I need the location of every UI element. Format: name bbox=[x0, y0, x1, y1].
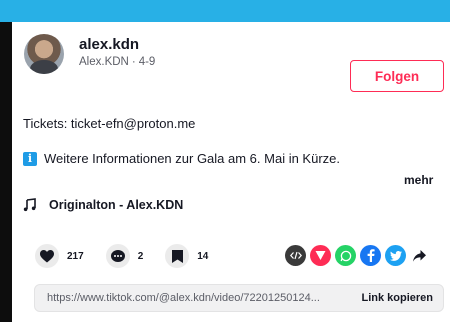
twitter-glyph-icon bbox=[389, 250, 402, 261]
share-arrow-icon[interactable] bbox=[410, 247, 428, 265]
comment-icon bbox=[110, 249, 125, 262]
save-count: 14 bbox=[197, 250, 209, 262]
copy-link-button[interactable]: Link kopieren bbox=[361, 292, 433, 304]
send-icon[interactable] bbox=[310, 245, 331, 266]
like-icon-circle bbox=[35, 244, 59, 268]
sound-link[interactable]: Originalton - Alex.KDN bbox=[23, 198, 183, 212]
music-note-icon bbox=[23, 198, 36, 212]
description-line-1: Tickets: ticket-efn@proton.me bbox=[23, 116, 196, 131]
author-subline: Alex.KDN · 4-9 bbox=[79, 56, 155, 68]
display-name[interactable]: Alex.KDN bbox=[79, 56, 129, 68]
top-banner bbox=[0, 0, 450, 22]
embed-icon[interactable] bbox=[285, 245, 306, 266]
like-button[interactable]: 217 bbox=[35, 244, 84, 268]
video-link-url[interactable]: https://www.tiktok.com/@alex.kdn/video/7… bbox=[47, 292, 361, 304]
follow-button[interactable]: Folgen bbox=[350, 60, 444, 92]
video-panel-edge bbox=[0, 22, 12, 322]
heart-icon bbox=[40, 249, 54, 262]
facebook-icon[interactable] bbox=[360, 245, 381, 266]
bookmark-icon bbox=[171, 249, 183, 263]
sound-label: Originalton - Alex.KDN bbox=[49, 198, 184, 212]
avatar[interactable] bbox=[24, 34, 64, 74]
send-glyph-icon bbox=[315, 251, 326, 260]
username[interactable]: alex.kdn bbox=[79, 36, 139, 53]
copy-link-box: https://www.tiktok.com/@alex.kdn/video/7… bbox=[34, 284, 444, 312]
save-icon-circle bbox=[165, 244, 190, 268]
share-arrow-glyph-icon bbox=[412, 249, 426, 262]
comment-count: 2 bbox=[137, 250, 144, 262]
info-icon: i bbox=[23, 151, 37, 166]
whatsapp-glyph-icon bbox=[340, 250, 351, 261]
twitter-icon[interactable] bbox=[385, 245, 406, 266]
share-bar bbox=[285, 245, 428, 266]
more-link[interactable]: mehr bbox=[404, 173, 433, 187]
embed-glyph-icon bbox=[289, 251, 302, 260]
post-date: 4-9 bbox=[138, 56, 156, 68]
description-line-2-text: Weitere Informationen zur Gala am 6. Mai… bbox=[44, 151, 340, 166]
comment-button[interactable]: 2 bbox=[105, 244, 144, 268]
whatsapp-icon[interactable] bbox=[335, 245, 356, 266]
separator: · bbox=[131, 56, 136, 68]
like-count: 217 bbox=[67, 250, 84, 262]
save-button[interactable]: 14 bbox=[165, 244, 208, 268]
description-line-2: i Weitere Informationen zur Gala am 6. M… bbox=[23, 151, 340, 166]
comment-icon-circle bbox=[105, 244, 130, 268]
action-bar: 217 2 14 bbox=[35, 244, 230, 268]
facebook-glyph-icon bbox=[367, 249, 375, 262]
